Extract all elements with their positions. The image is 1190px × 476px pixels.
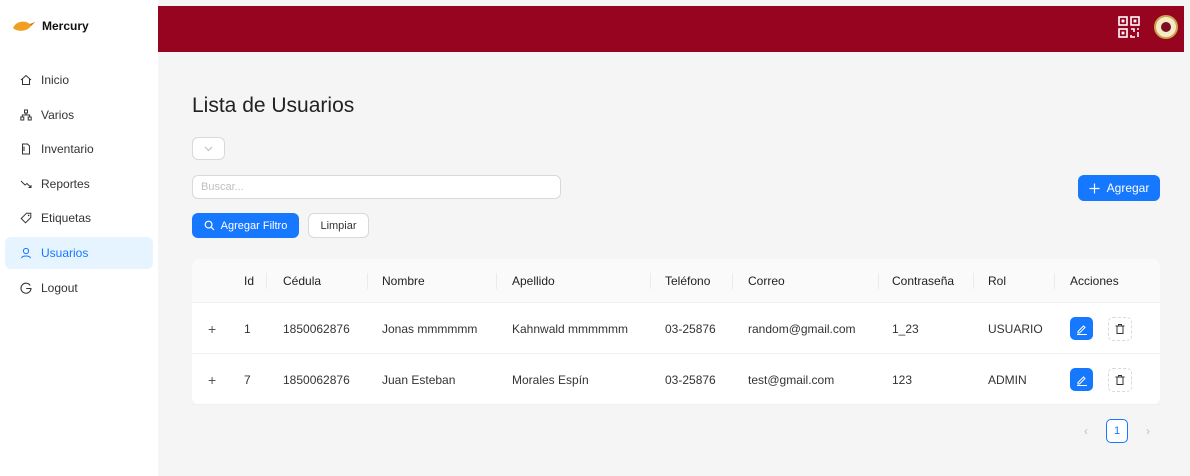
fall-chart-icon [19,177,33,191]
brand[interactable]: Mercury [0,0,158,52]
expand-row-button[interactable]: + [208,354,216,405]
search-icon [204,220,215,231]
table-row: + 7 1850062876 Juan Esteban Morales Espí… [192,354,1160,405]
add-filter-button[interactable]: Agregar Filtro [192,213,299,238]
apartment-icon [19,108,33,122]
cell-cedula: 1850062876 [283,372,350,387]
sidebar-item-inventario[interactable]: Inventario [5,133,153,165]
add-user-label: Agregar [1106,181,1150,195]
qr-code-icon[interactable] [1118,16,1140,38]
column-header-correo[interactable]: Correo [748,259,785,303]
cell-telefono: 03-25876 [665,372,716,387]
google-icon [19,281,33,295]
cell-correo: test@gmail.com [748,372,835,387]
column-header-apellido[interactable]: Apellido [512,259,555,303]
expand-row-button[interactable]: + [208,303,216,354]
column-header-acciones: Acciones [1070,274,1119,288]
cell-correo: random@gmail.com [748,321,856,336]
column-header-contrasena[interactable]: Contraseña [892,259,954,303]
column-header-id[interactable]: Id [244,259,254,303]
table-header: Id Cédula Nombre Apellido Teléfono Corre… [192,259,1160,303]
edit-button[interactable] [1070,317,1093,340]
clear-button[interactable]: Limpiar [308,213,369,238]
brand-name: Mercury [42,19,89,33]
sidebar-item-varios[interactable]: Varios [5,99,153,131]
page-1-button[interactable]: 1 [1106,419,1128,443]
mercury-logo [13,21,35,31]
edit-icon [1076,324,1087,335]
trash-icon [1115,323,1125,334]
edit-button[interactable] [1070,368,1093,391]
sidebar-item-label: Varios [41,107,75,122]
column-select[interactable] [192,137,225,160]
sidebar-item-etiquetas[interactable]: Etiquetas [5,202,153,234]
sidebar-item-usuarios[interactable]: Usuarios [5,236,153,269]
top-header-bar [158,6,1184,52]
main-content: Lista de Usuarios Agregar Filtro Limpiar… [158,52,1184,476]
tag-icon [19,211,33,225]
cell-rol: USUARIO [988,321,1043,336]
cell-cedula: 1850062876 [283,321,350,336]
cell-apellido: Morales Espín [512,372,589,387]
delete-button[interactable] [1108,367,1132,392]
sidebar-item-reportes[interactable]: Reportes [5,168,153,200]
chevron-down-icon [204,146,213,151]
column-header-nombre[interactable]: Nombre [382,259,425,303]
column-header-telefono[interactable]: Teléfono [665,259,710,303]
user-icon [19,246,33,260]
cell-rol: ADMIN [988,372,1027,387]
cell-nombre: Juan Esteban [382,372,456,387]
delete-button[interactable] [1108,316,1132,341]
row-actions [1070,303,1132,354]
sidebar-item-label: Inicio [41,73,70,87]
cell-id: 7 [244,372,251,387]
file-icon [19,142,33,156]
sidebar-item-inicio[interactable]: Inicio [5,64,153,96]
home-icon [19,73,33,87]
column-header-rol[interactable]: Rol [988,259,1006,303]
edit-icon [1076,375,1087,386]
sidebar-item-label: Usuarios [41,245,89,260]
add-filter-label: Agregar Filtro [220,219,288,232]
search-input[interactable] [192,175,561,199]
trash-icon [1115,374,1125,385]
cell-contrasena: 123 [892,372,913,387]
cell-nombre: Jonas mmmmmm [382,321,478,336]
cell-apellido: Kahnwald mmmmmm [512,321,629,336]
sidebar-item-label: Etiquetas [41,211,92,226]
sidebar-item-label: Reportes [41,176,90,191]
plus-icon [1089,183,1100,193]
sidebar-item-label: Inventario [41,142,94,157]
sidebar: Mercury Inicio Varios Inventario Reporte… [0,0,158,476]
sidebar-menu: Inicio Varios Inventario Reportes Etique… [0,64,158,304]
sidebar-item-label: Logout [41,280,78,295]
users-table: Id Cédula Nombre Apellido Teléfono Corre… [192,259,1160,405]
cell-id: 1 [244,321,251,336]
cell-contrasena: 1_23 [892,321,919,336]
column-header-cedula[interactable]: Cédula [283,259,321,303]
cell-telefono: 03-25876 [665,321,716,336]
sidebar-item-logout[interactable]: Logout [5,272,153,304]
row-actions [1070,354,1132,405]
add-user-button[interactable]: Agregar [1078,175,1160,201]
institution-emblem[interactable] [1154,15,1178,39]
page-title: Lista de Usuarios [192,94,355,117]
next-page-button[interactable]: › [1140,419,1156,443]
previous-page-button[interactable]: ‹ [1078,419,1094,443]
table-row: + 1 1850062876 Jonas mmmmmm Kahnwald mmm… [192,303,1160,354]
